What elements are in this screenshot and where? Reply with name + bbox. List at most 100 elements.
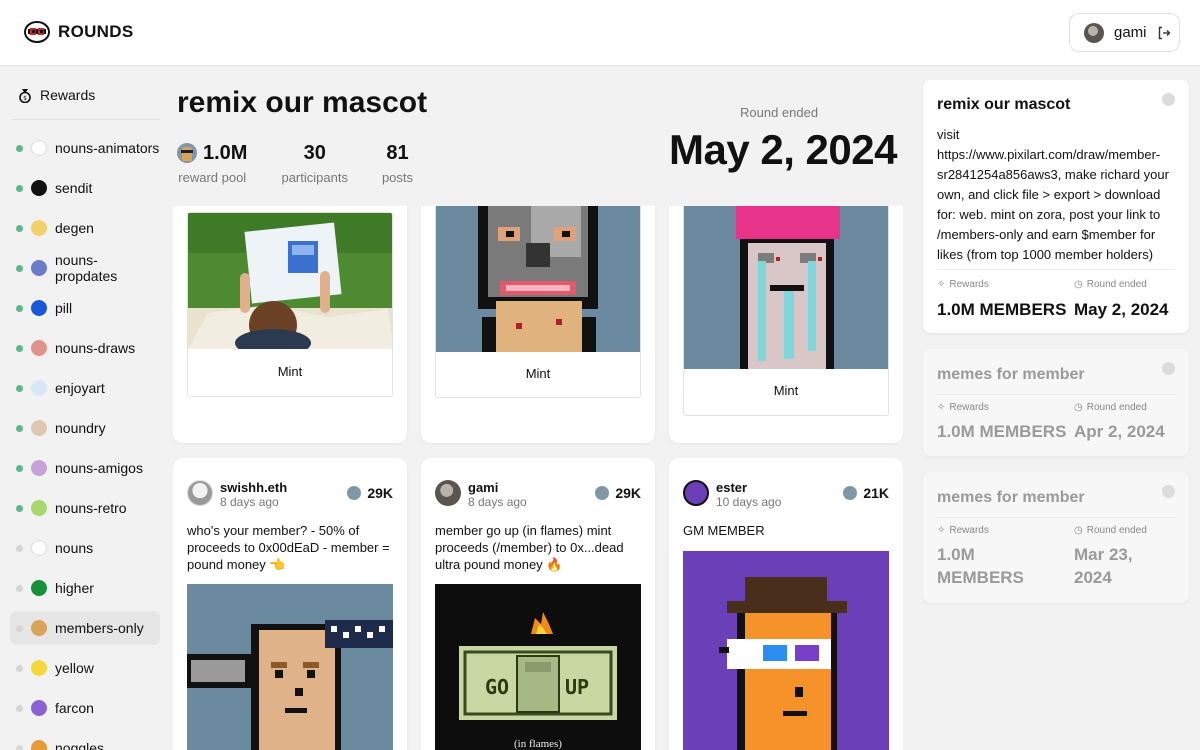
- round-card-title: memes for member: [937, 366, 1085, 383]
- post-image[interactable]: [187, 584, 393, 750]
- sidebar-item-nouns-amigos[interactable]: nouns-amigos: [10, 451, 160, 485]
- sidebar-item-enjoyart[interactable]: enjoyart: [10, 371, 160, 405]
- user-avatar: [1084, 22, 1104, 43]
- author-name[interactable]: gami: [468, 480, 498, 495]
- farcon-icon: [31, 700, 47, 716]
- sidebar-item-sendit[interactable]: sendit: [10, 171, 160, 205]
- mint-button[interactable]: Mint: [684, 367, 888, 415]
- post-card[interactable]: gami 8 days ago 29K member go up (in fla…: [421, 458, 655, 750]
- sidebar-item-nouns-animators[interactable]: nouns-animators: [10, 131, 160, 165]
- post-image[interactable]: GO UP (in flames): [435, 584, 641, 750]
- author-avatar[interactable]: [683, 480, 709, 506]
- user-menu-button[interactable]: gami: [1069, 13, 1180, 52]
- top-bar: ROUNDS gami: [0, 0, 1200, 66]
- sidebar-item-yellow[interactable]: yellow: [10, 651, 160, 685]
- sparkle-wand-icon: ✧: [937, 279, 946, 290]
- post-time: 8 days ago: [468, 495, 527, 509]
- sidebar-item-nouns-draws[interactable]: nouns-draws: [10, 331, 160, 365]
- mint-button[interactable]: Mint: [436, 350, 640, 397]
- clock-icon: ◷: [1074, 402, 1083, 413]
- members-only-icon: [31, 620, 47, 636]
- round-select-radio[interactable]: [1162, 485, 1175, 498]
- sidebar-item-nouns-retro[interactable]: nouns-retro: [10, 491, 160, 525]
- sidebar-rewards-link[interactable]: $ Rewards: [18, 87, 95, 103]
- sidebar-item-members-only[interactable]: members-only: [10, 611, 160, 645]
- post-image[interactable]: [683, 551, 889, 750]
- sidebar-item-label: nouns-propdates: [55, 252, 118, 284]
- sidebar-item-nouns-propdates[interactable]: nouns-propdates: [10, 251, 160, 285]
- post-text: who's your member? - 50% of proceeds to …: [187, 523, 390, 572]
- sidebar-item-noundry[interactable]: noundry: [10, 411, 160, 445]
- pill-icon: [31, 300, 47, 316]
- post-votes: 29K: [347, 485, 393, 501]
- member-token-icon: [347, 486, 362, 500]
- rewards-value: 1.0M MEMBERS: [937, 545, 1024, 587]
- yellow-icon: [31, 660, 47, 676]
- sidebar-item-label: enjoyart: [55, 380, 105, 396]
- reward-pool-label: reward pool: [178, 170, 247, 185]
- clock-icon: ◷: [1074, 525, 1083, 536]
- round-select-radio[interactable]: [1162, 362, 1175, 375]
- brand-logo[interactable]: ROUNDS: [24, 21, 133, 43]
- post-text: GM MEMBER: [683, 523, 765, 538]
- vote-count: 29K: [367, 485, 393, 501]
- clock-icon: ◷: [1074, 279, 1083, 290]
- post-card[interactable]: ester 10 days ago 21K GM MEMBER: [669, 458, 903, 750]
- mint-button[interactable]: Mint: [188, 347, 392, 396]
- user-name: gami: [1114, 24, 1147, 41]
- round-card[interactable]: memes for member ✧ Rewards 1.0M MEMBERS …: [923, 349, 1189, 456]
- round-ended-value: May 2, 2024: [1074, 300, 1169, 319]
- sidebar-item-degen[interactable]: degen: [10, 211, 160, 245]
- rewards-label-text: Rewards: [949, 279, 989, 290]
- live-status-dot: [16, 144, 23, 152]
- member-token-icon: [177, 143, 197, 163]
- svg-text:$: $: [23, 95, 27, 102]
- mint-preview: Mint: [187, 212, 393, 397]
- noundry-icon: [31, 420, 47, 436]
- svg-text:UP: UP: [565, 675, 589, 699]
- member-token-icon: [843, 486, 858, 500]
- divider: [937, 269, 1175, 270]
- sparkle-wand-icon: ✧: [937, 525, 946, 536]
- sidebar-item-label: sendit: [55, 180, 93, 196]
- sidebar-item-nouns[interactable]: nouns: [10, 531, 160, 565]
- inactive-status-dot: [16, 744, 23, 750]
- svg-text:GO: GO: [485, 675, 509, 699]
- author-name[interactable]: swishh.eth: [220, 480, 287, 495]
- sidebar: $ Rewards nouns-animators sendit degen noun…: [0, 66, 170, 750]
- sidebar-item-higher[interactable]: higher: [10, 571, 160, 605]
- post-votes: 29K: [595, 485, 641, 501]
- round-ended-label: ◷ Round ended: [1074, 279, 1147, 290]
- round-select-radio[interactable]: [1162, 93, 1175, 106]
- author-name[interactable]: ester: [716, 480, 747, 495]
- reward-pool-value: 1.0M: [203, 141, 248, 164]
- sidebar-item-label: nouns: [55, 540, 94, 556]
- nouns-retro-icon: [31, 500, 47, 516]
- sidebar-item-label: noggles: [55, 740, 105, 750]
- submission-card[interactable]: Mint: [173, 206, 407, 443]
- rewards-value: 1.0M MEMBERS: [937, 422, 1067, 441]
- sidebar-item-noggles[interactable]: noggles: [10, 731, 160, 750]
- submission-image: [436, 206, 640, 352]
- round-ended-value: Mar 23, 2024: [1074, 545, 1133, 587]
- submission-card[interactable]: Mint: [669, 206, 903, 443]
- participants-value: 30: [303, 141, 326, 164]
- round-card-active[interactable]: remix our mascot visit https://www.pixil…: [923, 80, 1189, 333]
- inactive-status-dot: [16, 624, 23, 632]
- sidebar-item-farcon[interactable]: farcon: [10, 691, 160, 725]
- post-card[interactable]: swishh.eth 8 days ago 29K who's your mem…: [173, 458, 407, 750]
- round-ended-label: ◷ Round ended: [1074, 402, 1147, 413]
- posts-stat: 81 posts: [382, 140, 413, 186]
- sidebar-item-pill[interactable]: pill: [10, 291, 160, 325]
- author-avatar[interactable]: [187, 480, 213, 506]
- round-card[interactable]: memes for member ✧ Rewards 1.0M MEMBERS …: [923, 472, 1189, 603]
- author-avatar[interactable]: [435, 480, 461, 506]
- sidebar-item-label: nouns-retro: [55, 500, 127, 516]
- inactive-status-dot: [16, 544, 23, 552]
- round-end-date: May 2, 2024: [668, 126, 898, 173]
- sidebar-item-label: pill: [55, 300, 73, 316]
- round-ended-label: ◷ Round ended: [1074, 525, 1147, 536]
- member-token-icon: [595, 486, 610, 500]
- live-status-dot: [16, 424, 23, 432]
- submission-card[interactable]: Mint: [421, 206, 655, 443]
